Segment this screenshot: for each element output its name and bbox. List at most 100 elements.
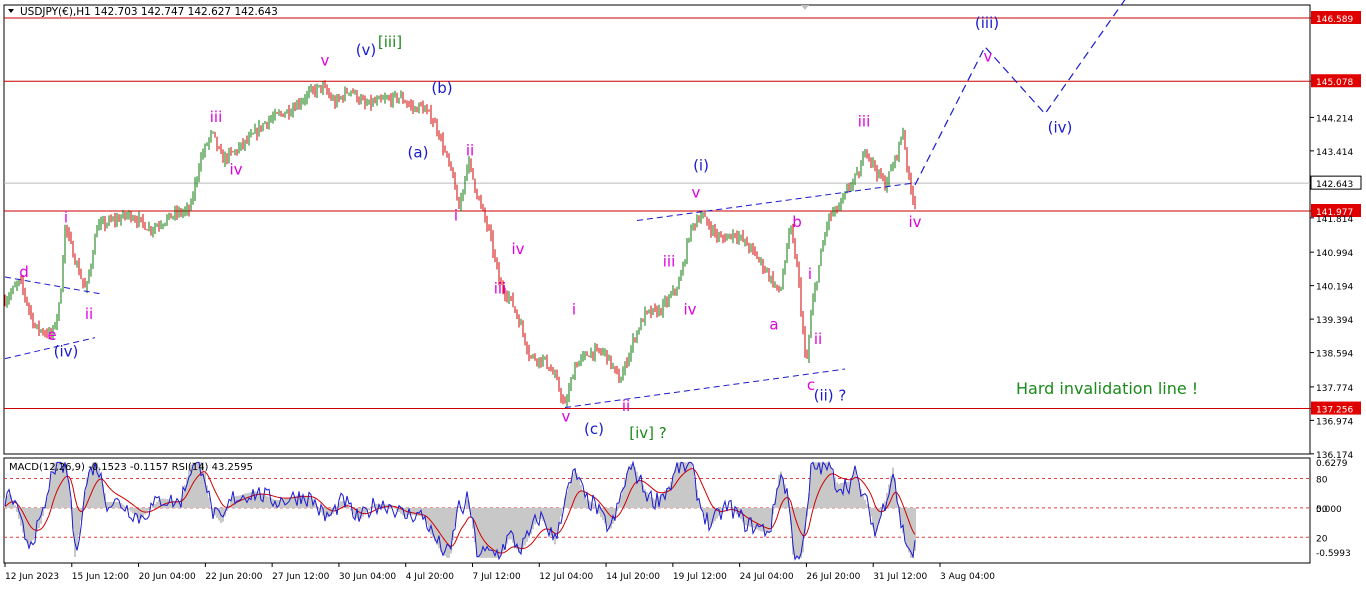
candle-body — [14, 285, 16, 288]
candle-body — [454, 177, 456, 188]
candle-body — [78, 263, 80, 274]
macd-histogram-bar — [268, 497, 270, 508]
candle-body — [276, 112, 278, 114]
candle-body — [346, 90, 348, 94]
candle-body — [856, 171, 858, 175]
wave-label: iii — [494, 280, 507, 298]
candle-body — [914, 200, 916, 204]
candle-body — [424, 109, 426, 112]
candle-body — [288, 109, 290, 115]
candle-body — [748, 245, 750, 250]
candle-body — [208, 138, 210, 145]
chart-title: USDJPY(€),H1 142.703 142.747 142.627 142… — [20, 6, 278, 18]
candle-body — [640, 319, 642, 330]
candle-body — [754, 249, 756, 254]
x-tick-label: 4 Jul 20:00 — [406, 572, 455, 582]
candle-body — [8, 296, 10, 301]
oscillator-y-tick-label: 0.6279 — [1316, 459, 1348, 469]
macd-histogram-bar — [90, 466, 92, 508]
macd-histogram-bar — [516, 507, 518, 550]
candle-body — [552, 370, 554, 374]
y-tick-label: 140.994 — [1316, 249, 1353, 259]
candle-body — [618, 372, 620, 383]
candle-body — [744, 239, 746, 241]
x-tick-label: 12 Jun 2023 — [5, 572, 59, 582]
wave-label: [iv] ? — [629, 424, 666, 442]
candle-body — [270, 119, 272, 121]
candle-body — [490, 228, 492, 236]
candle-body — [230, 151, 232, 153]
candle-body — [152, 229, 154, 232]
candle-body — [598, 348, 600, 352]
macd-histogram-bar — [132, 507, 134, 514]
macd-histogram-bar — [866, 504, 868, 508]
macd-histogram-bar — [524, 507, 526, 546]
macd-histogram-bar — [116, 501, 118, 508]
candle-body — [272, 117, 274, 120]
candle-body — [58, 302, 60, 317]
candle-body — [318, 85, 320, 87]
candle-body — [4, 300, 6, 305]
candle-body — [10, 292, 12, 297]
candle-body — [730, 234, 732, 239]
macd-histogram-bar — [764, 507, 766, 533]
wave-label: v — [984, 47, 993, 65]
candle-body — [494, 252, 496, 259]
wave-label: (b) — [431, 79, 452, 97]
candle-body — [784, 261, 786, 275]
candle-body — [266, 122, 268, 126]
candle-body — [194, 182, 196, 197]
candle-body — [22, 280, 24, 290]
candle-body — [322, 85, 324, 90]
candle-body — [160, 225, 162, 227]
candle-body — [662, 302, 664, 314]
wave-label: iii — [663, 253, 676, 271]
candle-body — [366, 104, 368, 106]
candle-body — [692, 224, 694, 226]
candle-body — [104, 220, 106, 227]
candle-body — [602, 351, 604, 353]
candle-body — [810, 315, 812, 337]
candle-body — [506, 295, 508, 299]
wave-label: iv — [229, 160, 242, 178]
candle-body — [376, 99, 378, 103]
candle-body — [884, 178, 886, 190]
candle-body — [554, 373, 556, 375]
candle-body — [576, 364, 578, 367]
candle-body — [258, 125, 260, 135]
candle-body — [38, 324, 40, 331]
macd-histogram-bar — [98, 467, 100, 508]
candle-body — [796, 257, 798, 265]
candle-body — [368, 99, 370, 105]
candle-body — [308, 90, 310, 94]
candle-body — [404, 101, 406, 103]
candle-body — [476, 189, 478, 198]
candle-body — [100, 221, 102, 225]
candle-body — [524, 333, 526, 344]
candle-body — [484, 209, 486, 220]
candle-body — [154, 226, 156, 230]
candle-body — [826, 224, 828, 234]
candle-body — [432, 121, 434, 123]
candle-body — [670, 294, 672, 298]
macd-histogram-bar — [828, 462, 830, 508]
macd-histogram-bar — [908, 507, 910, 553]
candle-body — [458, 199, 460, 209]
macd-histogram-bar — [32, 507, 34, 541]
candle-body — [468, 160, 470, 170]
candle-body — [694, 224, 696, 226]
x-tick-label: 14 Jul 20:00 — [606, 572, 660, 582]
candle-body — [714, 228, 716, 233]
wave-label: iii — [858, 112, 871, 130]
candle-body — [294, 108, 296, 110]
candle-body — [862, 153, 864, 166]
annotation-text: Hard invalidation line ! — [1016, 379, 1198, 398]
candle-body — [522, 323, 524, 334]
candle-body — [508, 296, 510, 299]
candle-body — [112, 218, 114, 221]
macd-histogram-bar — [14, 505, 16, 508]
macd-histogram-bar — [376, 503, 378, 508]
macd-histogram-bar — [394, 507, 396, 509]
candle-body — [864, 151, 866, 154]
candle-body — [332, 98, 334, 100]
